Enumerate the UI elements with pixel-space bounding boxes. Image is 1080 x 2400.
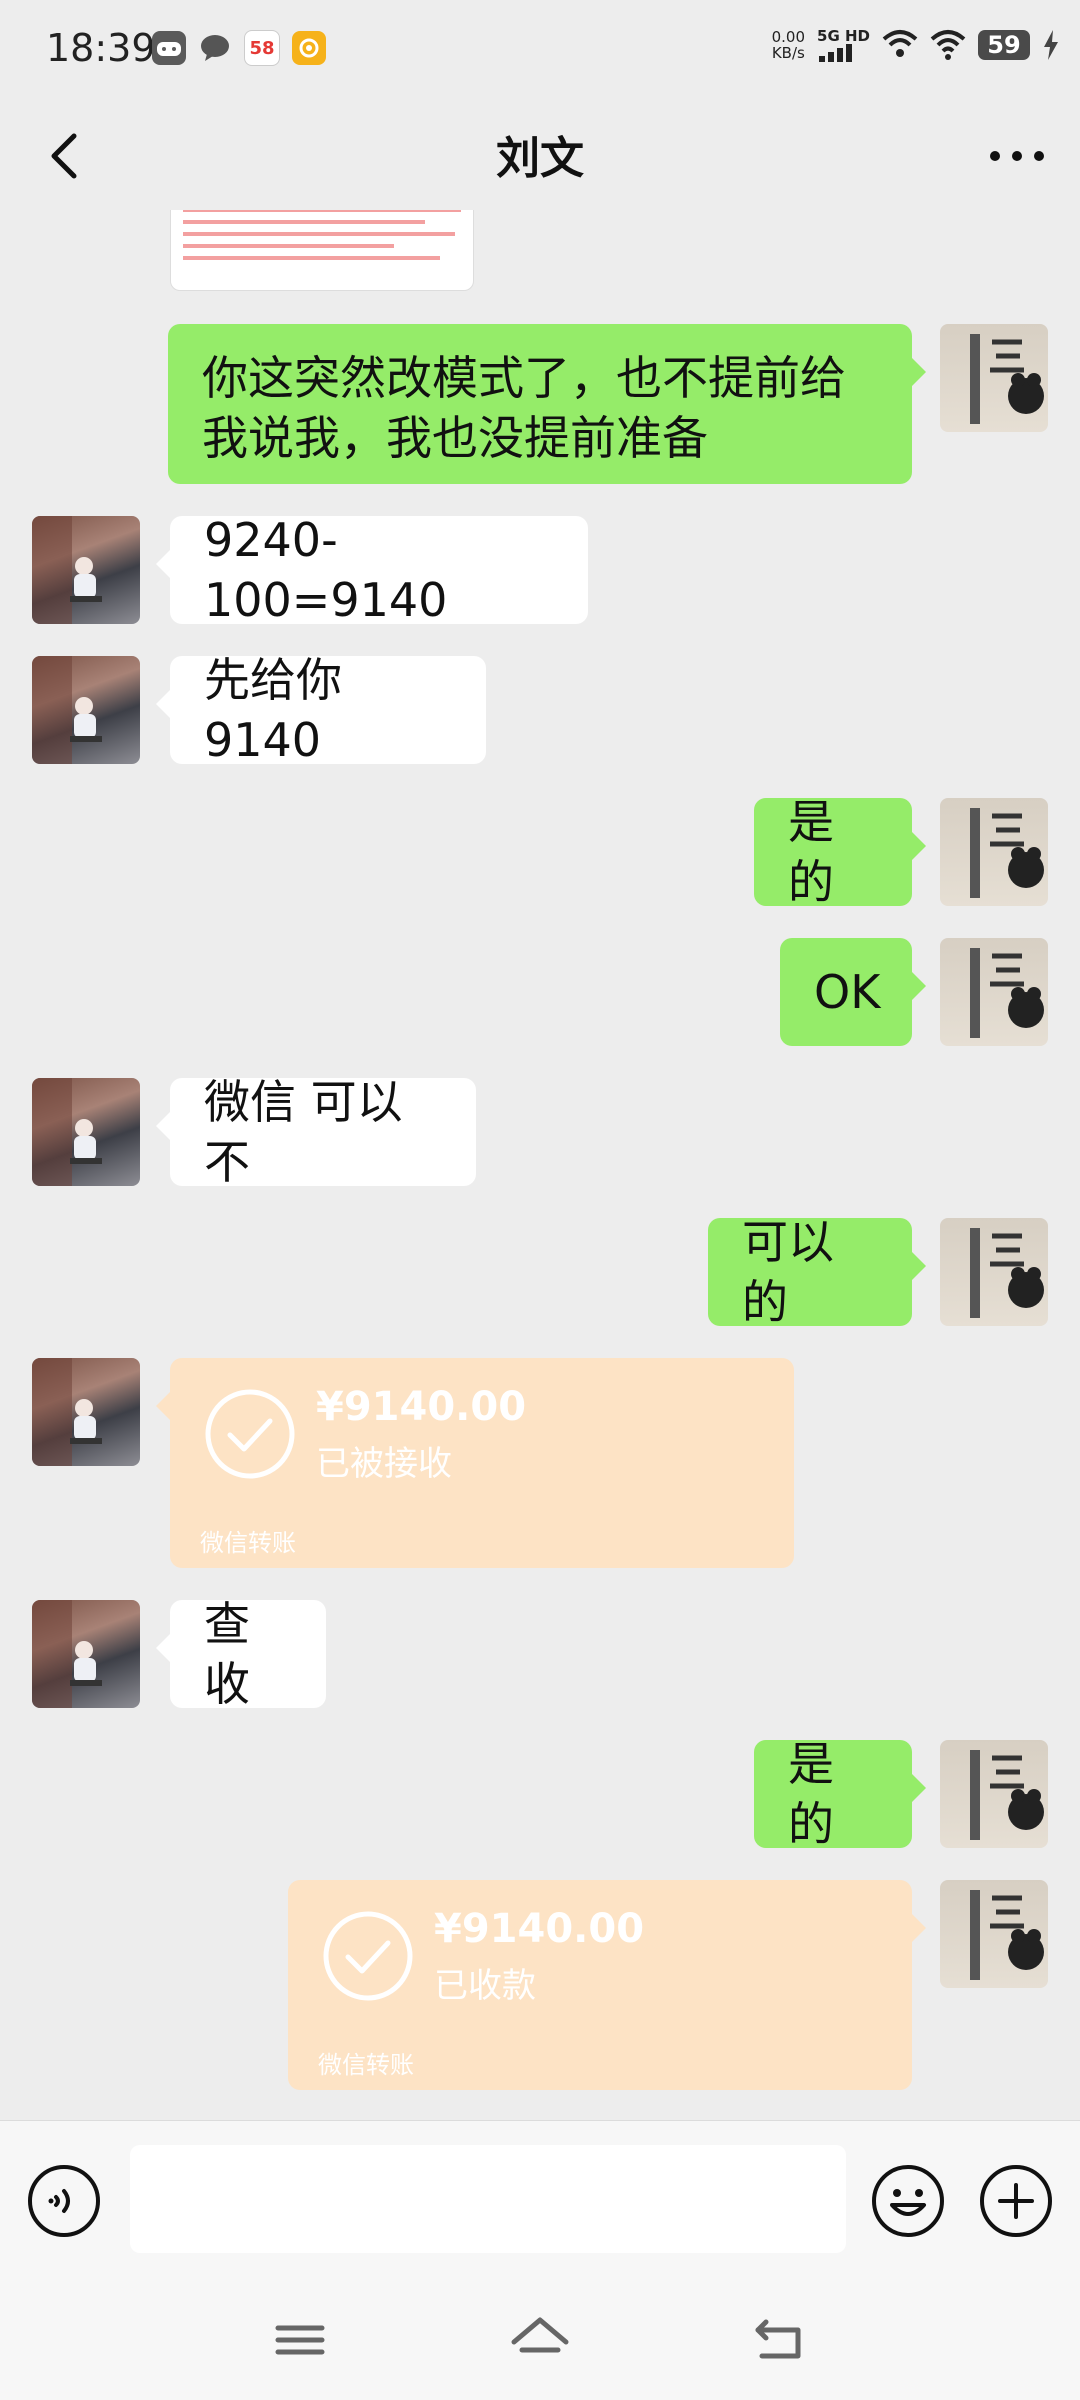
wifi-icon <box>930 30 966 60</box>
charging-icon <box>1044 30 1058 60</box>
nav-menu-button[interactable] <box>268 2310 332 2370</box>
message-text: 先给你 9140 <box>204 653 342 767</box>
transfer-label: 微信转账 <box>200 1529 296 1557</box>
notification-icons: 58 <box>152 30 326 66</box>
message-text: OK <box>814 965 881 1019</box>
transfer-card[interactable]: ¥9140.00 已被接收 微信转账 <box>156 1358 794 1568</box>
message-bubble-sent[interactable]: 你这突然改模式了，也不提前给我说我，我也没提前准备 <box>168 324 926 484</box>
message-bubble-received[interactable]: 9240-100=9140 <box>156 513 588 627</box>
wifi-call-icon <box>882 30 918 57</box>
chat-title: 刘文 <box>496 133 584 184</box>
net-speed: 0.00 KB/s <box>772 29 805 61</box>
orange-app-icon <box>292 31 326 65</box>
message-bubble-sent[interactable]: 是的 <box>754 795 926 909</box>
plus-button[interactable] <box>978 2163 1054 2239</box>
battery-level: 59 <box>978 30 1030 60</box>
system-nav-bar <box>0 2280 1080 2400</box>
net-speed-unit: KB/s <box>771 44 805 62</box>
transfer-label: 微信转账 <box>318 2051 414 2079</box>
home-icon <box>511 2317 569 2353</box>
message-bubble-sent[interactable]: 可以的 <box>708 1215 926 1329</box>
voice-icon <box>28 2165 100 2237</box>
my-avatar[interactable] <box>940 1740 1048 1848</box>
chat-area[interactable]: 你这突然改模式了，也不提前给我说我，我也没提前准备 9240-100=9140 … <box>0 210 1080 2120</box>
transfer-status: 已被接收 <box>316 1444 452 1484</box>
message-text: 你这突然改模式了，也不提前给我说我，我也没提前准备 <box>202 351 846 465</box>
status-right: 0.00 KB/s 5G HD 59 <box>772 28 1060 62</box>
message-bubble-received[interactable]: 先给你 9140 <box>156 653 486 767</box>
status-time: 18:39 <box>46 26 156 70</box>
contact-avatar[interactable] <box>32 656 140 764</box>
input-bar <box>0 2120 1080 2281</box>
my-avatar[interactable] <box>940 938 1048 1046</box>
back-icon <box>755 2319 801 2359</box>
message-text: 9240-100=9140 <box>204 513 448 627</box>
contact-avatar[interactable] <box>32 1600 140 1708</box>
my-avatar[interactable] <box>940 798 1048 906</box>
game-app-icon <box>152 31 186 65</box>
message-text: 可以的 <box>742 1215 834 1329</box>
message-text: 微信 可以不 <box>204 1075 403 1189</box>
emoji-button[interactable] <box>870 2163 946 2239</box>
contact-avatar[interactable] <box>32 516 140 624</box>
nav-back-button[interactable] <box>748 2310 812 2370</box>
voice-button[interactable] <box>26 2163 102 2239</box>
more-button[interactable] <box>982 120 1052 190</box>
app-58-icon: 58 <box>244 30 280 66</box>
cellular-signal: 5G HD <box>817 28 870 62</box>
message-bubble-received[interactable]: 查收 <box>156 1597 326 1711</box>
emoji-icon <box>872 2165 944 2237</box>
my-avatar[interactable] <box>940 1218 1048 1326</box>
image-message[interactable] <box>170 210 474 291</box>
transfer-amount: ¥9140.00 <box>434 1906 645 1952</box>
chat-app-icon <box>198 31 232 65</box>
message-text: 是的 <box>788 795 834 909</box>
contact-avatar[interactable] <box>32 1358 140 1466</box>
plus-icon <box>980 2165 1052 2237</box>
menu-icon <box>275 2325 325 2355</box>
check-circle-icon <box>205 1389 295 1479</box>
message-bubble-sent[interactable]: 是的 <box>754 1737 926 1851</box>
chat-header: 刘文 <box>0 100 1080 210</box>
my-avatar[interactable] <box>940 324 1048 432</box>
contact-avatar[interactable] <box>32 1078 140 1186</box>
message-bubble-sent[interactable]: OK <box>780 938 926 1046</box>
check-circle-icon <box>323 1911 413 2001</box>
message-text: 查收 <box>204 1597 250 1711</box>
message-text: 是的 <box>788 1737 834 1851</box>
message-bubble-received[interactable]: 微信 可以不 <box>156 1075 476 1189</box>
transfer-amount: ¥9140.00 <box>316 1384 527 1430</box>
transfer-card[interactable]: ¥9140.00 已收款 微信转账 <box>288 1880 926 2090</box>
network-type: 5G HD <box>817 27 870 45</box>
my-avatar[interactable] <box>940 1880 1048 1988</box>
message-input[interactable] <box>130 2145 846 2253</box>
transfer-status: 已收款 <box>434 1966 536 2006</box>
more-dots-icon <box>990 151 1044 161</box>
net-speed-value: 0.00 <box>771 28 806 46</box>
status-bar: 18:39 58 0.00 KB/s 5G HD 59 <box>0 0 1080 100</box>
nav-home-button[interactable] <box>508 2310 572 2370</box>
signal-bars-icon <box>819 44 853 62</box>
